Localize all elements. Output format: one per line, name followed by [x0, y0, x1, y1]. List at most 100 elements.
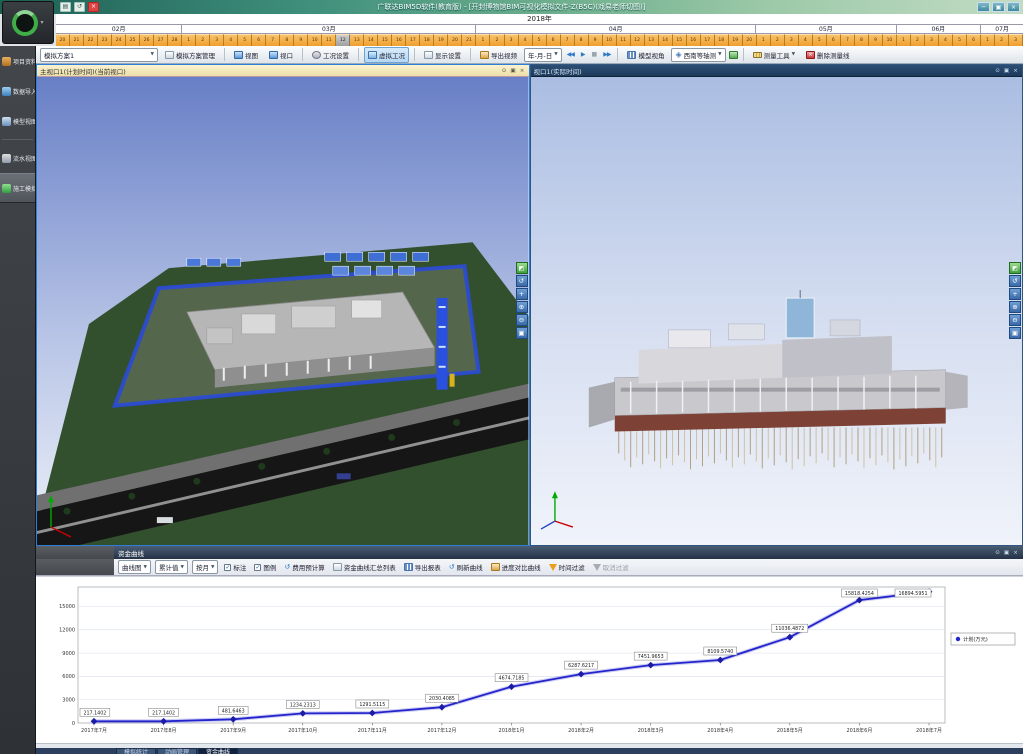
tab-simulation-stats[interactable]: 模拟统计 — [116, 748, 156, 754]
timeline-day-cell[interactable]: 16 — [687, 34, 701, 46]
close-icon[interactable]: × — [519, 67, 526, 75]
timeline-day-cell[interactable]: 5 — [533, 34, 547, 46]
summary-list-button[interactable]: 资金曲线汇总列表 — [331, 561, 398, 573]
zoom-out-icon[interactable]: ⊖ — [1009, 314, 1021, 326]
timeline-day-cell[interactable]: 19 — [434, 34, 448, 46]
timeline-day-cell[interactable]: 7 — [266, 34, 280, 46]
timeline-day-cell[interactable]: 6 — [967, 34, 981, 46]
timeline-day-cell[interactable]: 19 — [729, 34, 743, 46]
pan-icon[interactable]: + — [1009, 288, 1021, 300]
timeline-day-cell[interactable]: 4 — [224, 34, 238, 46]
timeline-day-cell[interactable]: 18 — [420, 34, 434, 46]
view-button[interactable]: 视图 — [230, 47, 262, 63]
sidebar-item-construction-simulation[interactable]: 施工模拟 — [0, 173, 35, 203]
time-filter-button[interactable]: 时间过滤 — [547, 561, 587, 573]
timeline-day-cell[interactable]: 8 — [280, 34, 294, 46]
zoom-extents-icon[interactable]: ▣ — [1009, 327, 1021, 339]
view-cube-icon[interactable]: ◩ — [516, 262, 528, 274]
timeline-day-cell[interactable]: 2 — [771, 34, 785, 46]
timeline-day-cell[interactable]: 11 — [617, 34, 631, 46]
timeline-day-cell[interactable]: 9 — [294, 34, 308, 46]
zoom-in-icon[interactable]: ⊕ — [1009, 301, 1021, 313]
timeline-day-cell[interactable]: 15 — [378, 34, 392, 46]
virtual-condition-button[interactable]: 虚拟工况 — [364, 47, 409, 63]
timeline-day-cell[interactable]: 2 — [911, 34, 925, 46]
timeline-day-cell[interactable]: 11 — [322, 34, 336, 46]
timeline-day-cell[interactable]: 20 — [56, 34, 70, 46]
timeline-day-cell[interactable]: 13 — [645, 34, 659, 46]
zoom-in-icon[interactable]: ⊕ — [516, 301, 528, 313]
timeline-day-cell[interactable]: 4 — [799, 34, 813, 46]
close-icon[interactable]: × — [1012, 67, 1019, 75]
timeline-day-cell[interactable]: 21 — [70, 34, 84, 46]
close-button[interactable]: × — [1007, 2, 1020, 12]
minimize-button[interactable]: ─ — [977, 2, 990, 12]
main-viewport-header[interactable]: 主视口1(计划时间)(当前视口) ⊙ ▣ × — [37, 65, 529, 77]
stop-button[interactable]: ■ — [590, 50, 599, 59]
timeline-day-cell[interactable]: 17 — [406, 34, 420, 46]
export-video-button[interactable]: 导出视频 — [476, 47, 521, 63]
timeline-day-cell[interactable]: 18 — [715, 34, 729, 46]
timeline-day-cell[interactable]: 1 — [757, 34, 771, 46]
timeline-day-cell[interactable]: 21 — [462, 34, 476, 46]
tab-cash-curve[interactable]: 资金曲线 — [198, 748, 238, 754]
cost-precalc-button[interactable]: ↺费用预计算 — [282, 561, 326, 573]
pin-icon[interactable]: ⊙ — [994, 67, 1001, 75]
condition-settings-button[interactable]: 工况设置 — [308, 47, 353, 63]
sidebar-item-data-import[interactable]: 数据导入 — [0, 76, 35, 106]
timeline-day-cell[interactable]: 3 — [1009, 34, 1023, 46]
sidebar-item-flow-view[interactable]: 流水视图 — [0, 143, 35, 173]
timeline-day-cell[interactable]: 3 — [210, 34, 224, 46]
timeline-day-cell[interactable]: 13 — [350, 34, 364, 46]
export-report-button[interactable]: 导出报表 — [402, 561, 443, 573]
timeline-day-cell[interactable]: 20 — [448, 34, 462, 46]
timeline-day-cell[interactable]: 12 — [336, 34, 350, 46]
timeline-day-cell[interactable]: 15 — [673, 34, 687, 46]
model-view-button[interactable]: 模型视角 — [623, 47, 668, 63]
timeline-day-cell[interactable]: 4 — [939, 34, 953, 46]
timeline-day-cell[interactable]: 6 — [547, 34, 561, 46]
timeline-day-cell[interactable]: 2 — [196, 34, 210, 46]
measure-tools-button[interactable]: 测量工具 ▼ — [749, 47, 799, 63]
annotation-checkbox[interactable]: ✓标注 — [222, 561, 248, 573]
timeline-day-cell[interactable]: 28 — [168, 34, 182, 46]
timeline-day-cell[interactable]: 14 — [364, 34, 378, 46]
timeline-day-cell[interactable]: 27 — [154, 34, 168, 46]
view-angle-select[interactable]: ◈ 西南等轴测▼ — [671, 48, 725, 62]
play-button[interactable]: ▶ — [579, 50, 587, 59]
timeline-day-cell[interactable]: 4 — [519, 34, 533, 46]
timeline-day-cell[interactable]: 2 — [995, 34, 1009, 46]
timeline-day-cell[interactable]: 6 — [252, 34, 266, 46]
pin-icon[interactable]: ⊙ — [994, 549, 1001, 557]
timeline-day-cell[interactable]: 17 — [701, 34, 715, 46]
timeline-day-cell[interactable]: 26 — [140, 34, 154, 46]
scheme-manage-button[interactable]: 模拟方案管理 — [161, 47, 219, 63]
maximize-icon[interactable]: ▣ — [510, 67, 517, 75]
display-settings-button[interactable]: 显示设置 — [420, 47, 465, 63]
simulation-scheme-select[interactable]: 模拟方案1▼ — [40, 48, 158, 62]
timeline-day-cell[interactable]: 1 — [182, 34, 196, 46]
step-forward-button[interactable]: ▶▶ — [601, 50, 612, 59]
timeline-day-cell[interactable]: 3 — [925, 34, 939, 46]
maximize-icon[interactable]: ▣ — [1003, 549, 1010, 557]
timeline-day-cell[interactable]: 9 — [869, 34, 883, 46]
pin-icon[interactable]: ⊙ — [501, 67, 508, 75]
legend-checkbox[interactable]: ✓图例 — [252, 561, 278, 573]
timeline-day-cell[interactable]: 3 — [785, 34, 799, 46]
timeline-day-cell[interactable]: 10 — [603, 34, 617, 46]
zoom-extents-icon[interactable]: ▣ — [516, 327, 528, 339]
chart-type-select[interactable]: 曲线图▼ — [118, 560, 151, 574]
date-format-select[interactable]: 年-月-日▼ — [524, 48, 562, 62]
orbit-icon[interactable]: ↺ — [516, 275, 528, 287]
secondary-viewport-canvas[interactable]: ◩ ↺ + ⊕ ⊖ ▣ — [531, 77, 1023, 545]
tab-animation-manage[interactable]: 动画管理 — [157, 748, 197, 754]
orbit-icon[interactable]: ↺ — [1009, 275, 1021, 287]
timeline-day-cell[interactable]: 14 — [659, 34, 673, 46]
maximize-icon[interactable]: ▣ — [1003, 67, 1010, 75]
delete-measure-button[interactable]: ×删除测量线 — [802, 47, 854, 63]
timeline-day-cell[interactable]: 24 — [112, 34, 126, 46]
timeline-day-cell[interactable]: 5 — [238, 34, 252, 46]
app-logo[interactable]: ▾ — [2, 1, 54, 44]
refresh-curve-button[interactable]: ↺刷新曲线 — [447, 561, 485, 573]
value-type-select[interactable]: 累计值▼ — [155, 560, 188, 574]
